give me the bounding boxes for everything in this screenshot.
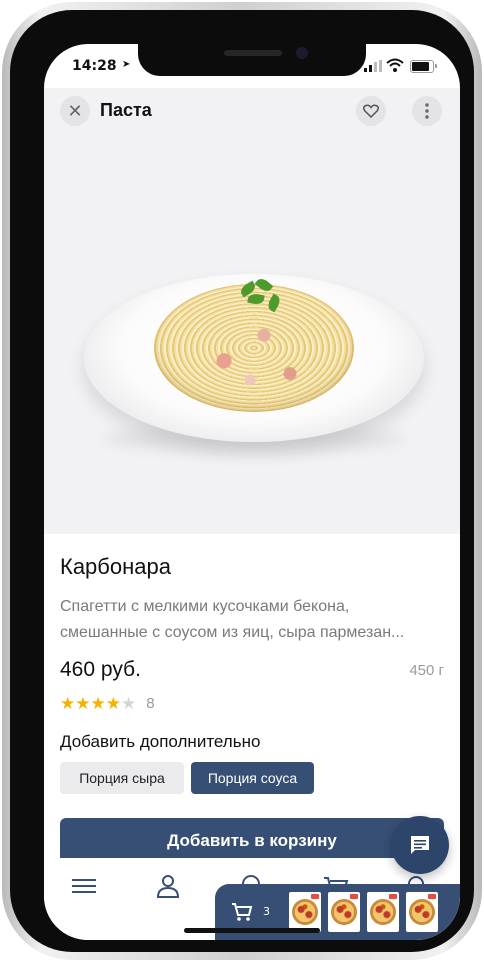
phone-bezel: 14:28 ➤ ✕ Паста Карбонара Спагетти с мел… xyxy=(10,10,474,952)
signal-icon xyxy=(364,60,382,72)
product-name: Карбонара xyxy=(60,554,171,579)
cart-icon xyxy=(232,903,253,921)
star-icon: ★ xyxy=(60,693,76,714)
more-button[interactable] xyxy=(412,96,442,126)
rating-count: 8 xyxy=(146,694,155,712)
addon-sauce-chip[interactable]: Порция соуса xyxy=(191,762,314,794)
speaker xyxy=(224,50,282,56)
chat-icon xyxy=(411,836,429,854)
product-image xyxy=(44,88,460,534)
menu-icon[interactable] xyxy=(70,872,98,900)
more-vertical-icon xyxy=(425,103,429,119)
star-icon: ★ xyxy=(75,693,91,714)
description-line: смешанные с соусом из яиц, сыра пармезан… xyxy=(60,624,405,641)
product-description: Спагетти с мелкими кусочками бекона, сме… xyxy=(60,594,444,646)
front-camera xyxy=(296,47,308,59)
wifi-icon xyxy=(386,58,404,72)
top-bar: ✕ Паста xyxy=(44,92,460,132)
location-arrow-icon: ➤ xyxy=(122,59,131,70)
star-icon: ★ xyxy=(105,693,121,714)
cart-item-thumb[interactable] xyxy=(328,892,360,932)
cart-item-thumb[interactable] xyxy=(367,892,399,932)
battery-icon xyxy=(410,60,437,73)
description-line: Спагетти с мелкими кусочками бекона, xyxy=(60,598,350,615)
star-icon: ★ xyxy=(121,693,137,714)
profile-icon[interactable] xyxy=(154,872,182,900)
page-title: Паста xyxy=(100,100,152,120)
app-screen: 14:28 ➤ ✕ Паста Карбонара Спагетти с мел… xyxy=(44,44,460,940)
status-time: 14:28 xyxy=(72,58,117,74)
product-weight: 450 г xyxy=(409,662,444,679)
product-price: 460 руб. xyxy=(60,658,141,681)
addons-title: Добавить дополнительно xyxy=(60,732,261,751)
chat-button[interactable] xyxy=(391,816,449,874)
star-icon: ★ xyxy=(90,693,106,714)
cart-item-thumb[interactable] xyxy=(406,892,438,932)
rating-stars: ★★★★★ xyxy=(60,694,136,713)
close-icon: ✕ xyxy=(67,100,83,122)
heart-icon xyxy=(363,104,379,118)
close-button[interactable]: ✕ xyxy=(60,96,90,126)
phone-frame: 14:28 ➤ ✕ Паста Карбонара Спагетти с мел… xyxy=(2,2,482,960)
rating: ★★★★★ 8 xyxy=(60,694,155,713)
home-indicator xyxy=(184,928,320,933)
addon-cheese-chip[interactable]: Порция сыра xyxy=(60,762,184,794)
notch xyxy=(138,44,366,76)
favorite-button[interactable] xyxy=(356,96,386,126)
cart-item-thumb[interactable] xyxy=(289,892,321,932)
cart-count: 3 xyxy=(263,905,270,918)
